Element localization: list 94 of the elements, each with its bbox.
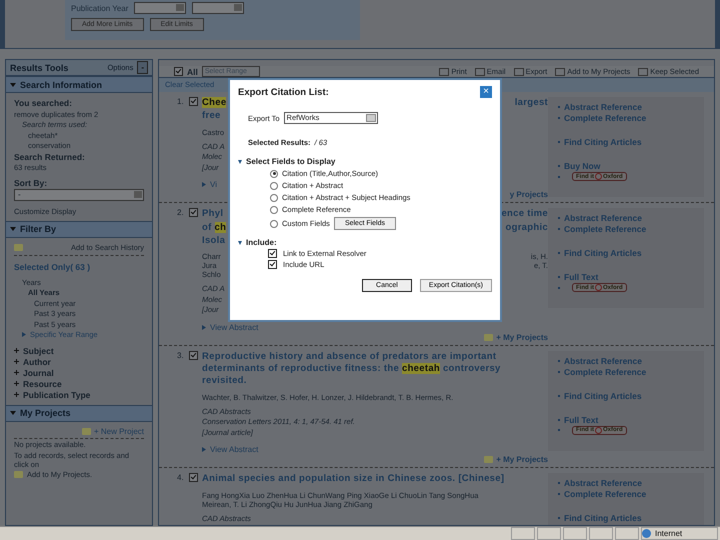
label: You searched: [14, 98, 73, 108]
triangle-icon [202, 447, 206, 452]
result-title[interactable]: ence time [501, 208, 548, 221]
section-title: Search Information [20, 80, 102, 90]
label: Search Returned: [14, 152, 86, 162]
result-title[interactable]: Phyl [202, 208, 224, 221]
side-link[interactable]: Complete Reference [564, 113, 646, 123]
result-title[interactable]: Reproductive history and absence of predators are important determinants of reproductive fitness: the cheetah controversy revisited. [202, 350, 548, 388]
result-title[interactable]: Chee [202, 97, 226, 110]
view-abstract-link[interactable]: View Abstract [210, 445, 258, 454]
checkbox[interactable] [189, 350, 198, 360]
radio-button[interactable] [270, 182, 278, 190]
facet-item[interactable]: Author [23, 356, 51, 366]
side-link[interactable]: Complete Reference [564, 489, 646, 500]
result-title[interactable]: Animal species and population size in Chinese zoos. [Chinese] [202, 473, 504, 486]
my-projects-link[interactable]: + My Projects [496, 332, 548, 342]
checkbox[interactable] [189, 97, 198, 106]
side-link[interactable]: Find Citing Articles [564, 390, 642, 401]
triangle-icon [202, 182, 206, 188]
plus-icon [14, 381, 19, 386]
panel-title: Results Tools [10, 62, 68, 72]
side-link[interactable]: Complete Reference [564, 224, 646, 234]
checkbox[interactable] [189, 208, 198, 218]
result-title[interactable]: ographic [505, 222, 548, 234]
result-title[interactable]: largest [514, 97, 548, 110]
section-title: Include: [246, 238, 277, 247]
triangle-icon [10, 227, 16, 231]
plus-icon [14, 392, 19, 397]
triangle-icon [202, 324, 206, 330]
triangle-icon [10, 411, 16, 415]
checkbox[interactable] [174, 67, 183, 76]
view-abstract-link[interactable]: Vi [210, 180, 217, 190]
section-header[interactable]: Filter By [6, 220, 152, 238]
field-label: Publication Year [71, 4, 128, 12]
result-title[interactable]: Isola [202, 234, 226, 248]
label: Sort By: [14, 178, 48, 188]
year-dropdown[interactable] [192, 2, 244, 14]
section-title: Select Fields to Display [246, 157, 336, 166]
facet-item[interactable]: Resource [23, 378, 62, 388]
status-cell [511, 527, 535, 540]
side-link[interactable]: Full Text [564, 272, 598, 282]
dialog-title: Export Citation List: [238, 86, 329, 98]
all-label: All [187, 66, 198, 76]
checkbox[interactable] [189, 473, 198, 482]
checkbox[interactable] [268, 260, 277, 269]
plus-icon [14, 348, 19, 353]
new-project-link[interactable]: + New Project [94, 426, 144, 436]
result-number: 2. [177, 208, 185, 218]
view-abstract-link[interactable]: View Abstract [210, 322, 258, 332]
checkbox[interactable] [268, 249, 277, 258]
status-cell [615, 527, 639, 540]
triangle-icon [238, 240, 242, 244]
side-link[interactable]: Find Citing Articles [564, 513, 642, 524]
my-projects-link[interactable]: + My Projects [496, 455, 548, 464]
status-cell [589, 527, 613, 540]
side-link[interactable]: Find Citing Articles [564, 137, 642, 147]
section-title: Filter By [20, 224, 56, 234]
facet-item[interactable]: Subject [23, 346, 54, 356]
facet-item[interactable]: Journal [23, 368, 54, 378]
side-link[interactable]: Buy Now [564, 161, 600, 171]
radio-button[interactable] [270, 170, 278, 178]
triangle-icon [10, 82, 16, 86]
side-link[interactable]: Find Citing Articles [564, 248, 642, 258]
plus-icon [14, 359, 19, 364]
radio-button[interactable] [270, 206, 278, 214]
sort-dropdown[interactable]: - [14, 189, 144, 201]
side-link[interactable]: Abstract Reference [564, 478, 642, 488]
result-number: 3. [177, 350, 185, 360]
close-button[interactable]: × [480, 86, 492, 98]
zone-text: Internet [655, 529, 682, 538]
section-header[interactable]: My Projects [6, 404, 152, 422]
facet-item[interactable]: Publication Type [23, 390, 90, 400]
my-projects-link[interactable]: y Projects [510, 190, 548, 200]
side-link[interactable]: Complete Reference [564, 366, 646, 377]
radio-button[interactable] [270, 194, 278, 202]
triangle-icon [22, 332, 26, 337]
side-link[interactable]: Abstract Reference [564, 356, 642, 366]
result-title[interactable]: free [202, 110, 221, 123]
side-link[interactable]: Abstract Reference [564, 102, 642, 112]
selected-only-link[interactable]: Selected Only( 63 ) [14, 262, 144, 272]
status-cell [537, 527, 561, 540]
side-link[interactable]: Abstract Reference [564, 213, 642, 224]
result-number: 4. [177, 473, 185, 482]
radio-button[interactable] [270, 220, 278, 228]
collapse-button[interactable]: - [137, 61, 148, 74]
section-header[interactable]: Search Information [6, 76, 152, 93]
plus-icon [14, 370, 19, 375]
side-link[interactable]: Full Text [564, 414, 598, 425]
status-cell [563, 527, 587, 540]
year-dropdown[interactable] [134, 2, 186, 14]
triangle-icon [238, 160, 242, 164]
result-number: 1. [177, 97, 185, 106]
globe-icon [642, 529, 651, 538]
section-title: My Projects [20, 408, 71, 418]
